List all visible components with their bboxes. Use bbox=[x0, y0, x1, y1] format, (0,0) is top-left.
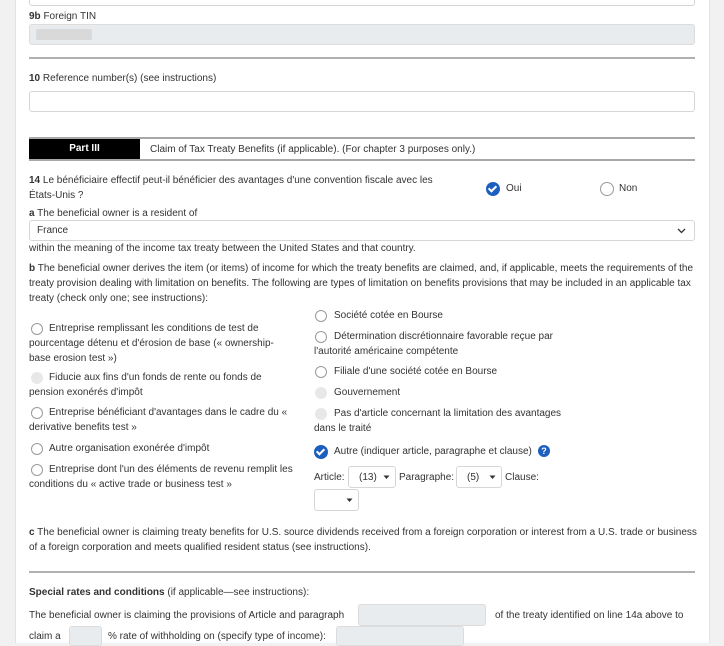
lob-option-subsidiary-label: Filiale d'une société cotée en Bourse bbox=[334, 366, 498, 377]
q14a-after: within the meaning of the income tax tre… bbox=[29, 243, 416, 254]
chevron-down-icon bbox=[383, 475, 390, 479]
lob-option-government-label: Gouvernement bbox=[334, 387, 401, 398]
article-select[interactable]: (13) bbox=[348, 466, 396, 488]
article-value: (13) bbox=[359, 472, 377, 483]
special-line1-b: of the treaty identified on line 14a abo… bbox=[495, 610, 684, 621]
special-line2-a: claim a bbox=[29, 631, 61, 642]
q14-question: 14 Le bénéficiaire effectif peut-il béné… bbox=[29, 175, 433, 201]
q14a-label: a The beneficial owner is a resident of bbox=[29, 208, 198, 219]
country-value: France bbox=[37, 225, 69, 236]
rate-field bbox=[69, 626, 102, 646]
article-paragraph-field bbox=[358, 604, 486, 626]
lob-option-other-radio[interactable] bbox=[314, 445, 328, 459]
special-line1-a: The beneficial owner is claiming the pro… bbox=[29, 610, 345, 621]
part-iii-title: Claim of Tax Treaty Benefits (if applica… bbox=[150, 144, 476, 155]
paragraph-label: Paragraphe: bbox=[399, 472, 455, 483]
lob-option-derivative-label: Entreprise bénéficiant d'avantages dans … bbox=[29, 407, 288, 433]
q14-no-radio[interactable] bbox=[600, 182, 614, 196]
lob-option-public-company-label: Société cotée en Bourse bbox=[334, 310, 443, 321]
q14b-text: b The beneficial owner derives the item … bbox=[29, 263, 694, 304]
foreign-tin-field bbox=[29, 24, 695, 45]
clause-label: Clause: bbox=[505, 472, 539, 483]
clause-select[interactable] bbox=[314, 489, 359, 511]
line-10-label: 10 Reference number(s) (see instructions… bbox=[29, 73, 217, 84]
chevron-down-icon bbox=[677, 228, 686, 234]
q14-yes-radio[interactable] bbox=[486, 182, 500, 196]
income-type-field bbox=[336, 626, 464, 646]
article-label: Article: bbox=[314, 472, 345, 483]
divider bbox=[29, 57, 695, 59]
lob-option-active-trade-label: Entreprise dont l'un des éléments de rev… bbox=[29, 464, 293, 490]
line-9b-label: 9b Foreign TIN bbox=[29, 11, 97, 22]
part-iii-tag: Part III bbox=[29, 139, 140, 159]
chevron-down-icon bbox=[346, 498, 353, 502]
divider bbox=[29, 571, 695, 573]
redacted-value bbox=[36, 29, 92, 40]
q14-yes-label: Oui bbox=[506, 183, 522, 194]
reference-number-field[interactable] bbox=[29, 91, 695, 112]
special-line2-b: % rate of withholding on (specify type o… bbox=[108, 631, 326, 642]
lob-option-pension-label: Fiducie aux fins d'un fonds de rente ou … bbox=[29, 372, 262, 398]
q14c-text: c The beneficial owner is claiming treat… bbox=[29, 527, 697, 553]
lob-option-discretionary-label: Détermination discrétionnaire favorable … bbox=[314, 331, 554, 357]
lob-option-tax-exempt-label: Autre organisation exonérée d'impôt bbox=[49, 443, 210, 454]
paragraph-value: (5) bbox=[467, 472, 480, 483]
lob-option-other-label: Autre (indiquer article, paragraphe et c… bbox=[334, 446, 532, 457]
lob-option-no-article-label: Pas d'article concernant la limitation d… bbox=[314, 408, 562, 434]
lob-option-ownership-label: Entreprise remplissant les conditions de… bbox=[29, 323, 274, 364]
previous-field[interactable] bbox=[29, 0, 695, 6]
part-rule-bottom bbox=[29, 159, 695, 161]
paragraph-select[interactable]: (5) bbox=[456, 466, 502, 488]
country-select[interactable]: France bbox=[29, 220, 695, 241]
question-circle-icon[interactable]: ? bbox=[538, 445, 550, 457]
q14-no-label: Non bbox=[619, 183, 638, 194]
special-rates-title: Special rates and conditions (if applica… bbox=[29, 587, 310, 598]
form-card: 9b Foreign TIN 10 Reference number(s) (s… bbox=[15, 0, 710, 646]
chevron-down-icon bbox=[489, 475, 496, 479]
